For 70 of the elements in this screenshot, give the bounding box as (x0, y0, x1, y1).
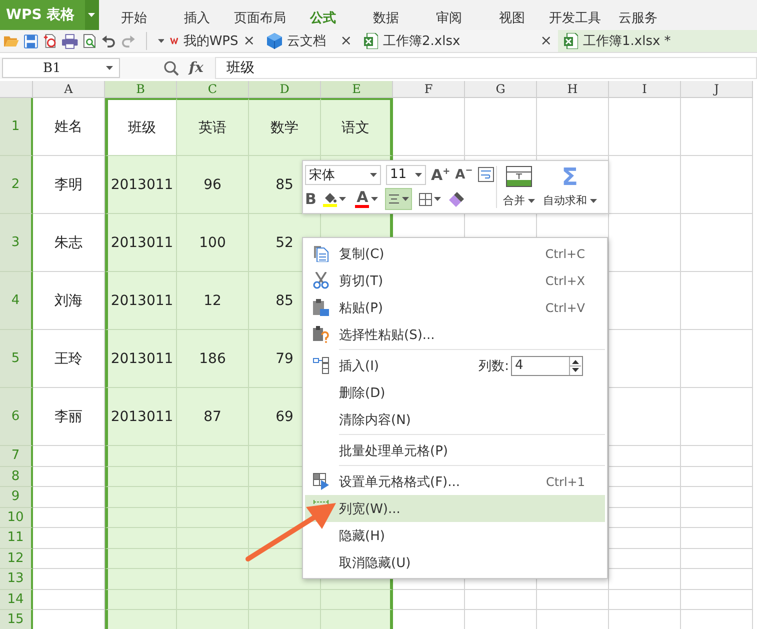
close-tab-button[interactable]: × (540, 33, 552, 49)
menu-item[interactable]: 取消隐藏(U) (305, 549, 605, 576)
close-tab-button[interactable]: × (340, 33, 352, 49)
table-cell: 2013011 (105, 214, 177, 272)
document-tab[interactable]: 我的WPS × (164, 30, 261, 52)
table-cell: 王玲 (33, 330, 105, 388)
autosum-button[interactable]: Σ 自动求和 (540, 166, 599, 208)
ribbon-tab[interactable]: 审阅 (418, 3, 481, 27)
column-header[interactable]: B (105, 81, 177, 98)
ribbon-tab[interactable]: 插入 (166, 3, 229, 27)
table-cell: 刘海 (33, 272, 105, 330)
column-header[interactable]: D (249, 81, 321, 98)
tab-label: 我的WPS (183, 33, 238, 50)
table-cell: 数学 (249, 98, 321, 156)
ribbon-tab[interactable]: 开发工具 (544, 3, 607, 27)
column-header[interactable]: H (537, 81, 609, 98)
document-tab[interactable]: 工作簿2.xlsx × (358, 30, 558, 52)
table-cell: 2013011 (105, 388, 177, 446)
table-cell: 班级 (105, 98, 177, 156)
name-box[interactable]: B1 (2, 58, 120, 78)
ribbon-tab[interactable]: 数据 (354, 3, 418, 27)
ribbon-tab[interactable]: 页面布局 (228, 3, 292, 27)
table-cell: 96 (177, 156, 249, 214)
table-cell: 李明 (33, 156, 105, 214)
font-color-button[interactable]: A (353, 188, 380, 210)
table-cell: 12 (177, 272, 249, 330)
table-cell: 87 (177, 388, 249, 446)
table-cell: 语文 (321, 98, 393, 156)
count-label: 列数: (478, 358, 509, 374)
column-header[interactable]: C (177, 81, 249, 98)
menu-item[interactable]: 隐藏(H) (305, 522, 605, 549)
column-header[interactable]: E (321, 81, 393, 98)
function-button[interactable]: fx (189, 60, 204, 76)
ribbon-tab[interactable]: 开始 (102, 3, 166, 27)
menu-item[interactable]: 设置单元格格式(F)... Ctrl+1 (305, 468, 605, 495)
table-cell: 姓名 (33, 98, 105, 156)
table-cell: 2013011 (105, 330, 177, 388)
shortcut-label: Ctrl+C (545, 246, 586, 260)
column-header[interactable]: J (681, 81, 753, 98)
shrink-font-button[interactable]: A$^{−}$ (455, 166, 473, 183)
table-cell: 2013011 (105, 272, 177, 330)
column-header[interactable]: I (609, 81, 681, 98)
grow-font-button[interactable]: A$^{+}$ (431, 166, 450, 184)
tab-label: 云文档 (287, 33, 327, 50)
ribbon-tab[interactable]: 视图 (480, 3, 544, 27)
column-header[interactable]: G (465, 81, 537, 98)
column-header[interactable]: F (393, 81, 465, 98)
ribbon-tab[interactable]: 公式 (292, 3, 355, 27)
merge-button[interactable]: 合并 (500, 166, 537, 208)
column-header[interactable]: A (33, 81, 105, 98)
ribbon-tab[interactable]: 云服务 (606, 3, 670, 27)
font-size-dropdown[interactable]: 11 (386, 164, 426, 184)
table-cell: 186 (177, 330, 249, 388)
close-tab-button[interactable]: × (243, 33, 255, 49)
document-tab[interactable]: 工作簿1.xlsx * (558, 30, 757, 52)
tab-label: 工作簿2.xlsx (383, 33, 462, 50)
shortcut-label: Ctrl+V (545, 300, 586, 314)
table-cell: 100 (177, 214, 249, 272)
formula-input[interactable]: 班级 (215, 57, 757, 79)
tab-label: 工作簿1.xlsx * (583, 33, 672, 50)
font-dropdown[interactable]: 宋体 (305, 164, 381, 184)
table-cell: 英语 (177, 98, 249, 156)
shortcut-label: Ctrl+1 (546, 474, 586, 488)
shortcut-label: Ctrl+X (545, 274, 586, 288)
table-cell: 朱志 (33, 214, 105, 272)
bold-button[interactable]: B (305, 190, 316, 208)
table-cell: 2013011 (105, 156, 177, 214)
table-cell: 李丽 (33, 388, 105, 446)
document-tab[interactable]: 云文档 × (261, 30, 358, 52)
count-spinner[interactable]: 4 (511, 356, 583, 376)
